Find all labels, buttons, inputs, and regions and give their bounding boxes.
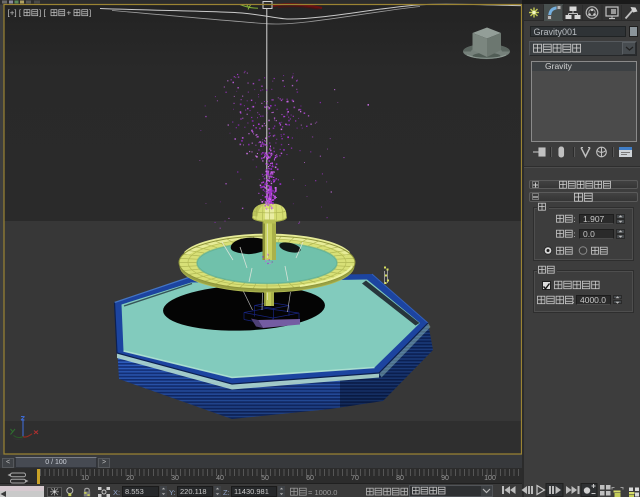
svg-text:] [: ] [ [39, 9, 46, 18]
svg-text:]: ] [89, 9, 91, 18]
svg-text:+: + [67, 9, 72, 18]
svg-text:[+] [: [+] [ [8, 9, 22, 18]
